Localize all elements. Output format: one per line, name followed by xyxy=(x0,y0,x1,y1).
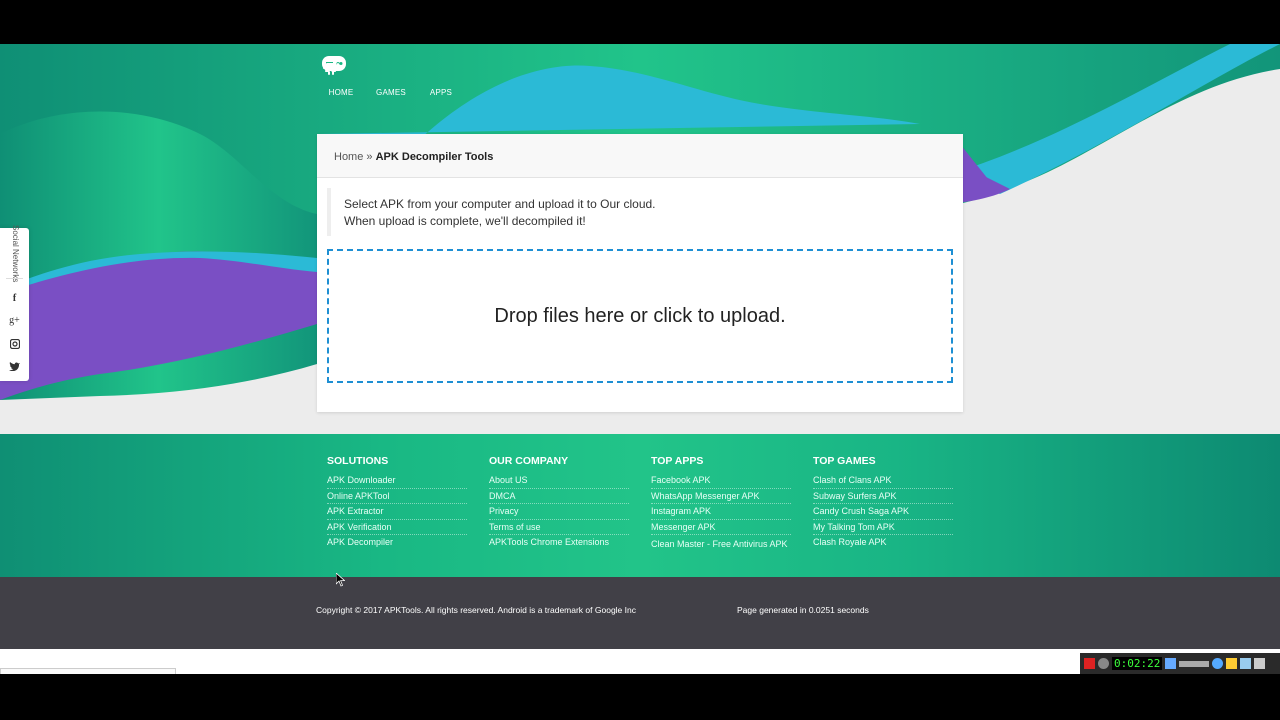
instagram-icon[interactable] xyxy=(8,337,21,350)
footer-link[interactable]: About US xyxy=(489,473,629,489)
footer-link[interactable]: Subway Surfers APK xyxy=(813,489,953,504)
folder-icon[interactable] xyxy=(1226,658,1238,669)
footer-heading: SOLUTIONS xyxy=(327,455,389,467)
tray-clock: 0:02:22 xyxy=(1112,657,1163,670)
footer-link[interactable]: Candy Crush Saga APK xyxy=(813,504,953,520)
social-title: Social Networks xyxy=(11,225,20,283)
volume-icon[interactable] xyxy=(1165,658,1177,669)
copyright-bar: Copyright © 2017 APKTools. All rights re… xyxy=(0,577,1280,649)
footer-heading: TOP APPS xyxy=(651,455,704,467)
breadcrumb-separator: » xyxy=(366,151,373,163)
system-tray: 0:02:22 xyxy=(1080,653,1280,674)
alarm-icon[interactable] xyxy=(1098,658,1109,669)
breadcrumb-home-link[interactable]: Home xyxy=(334,151,363,163)
settings-icon[interactable] xyxy=(1240,658,1252,669)
footer-column-company: OUR COMPANY About US DMCA Privacy Terms … xyxy=(489,455,629,550)
nav-apps-label: APPS xyxy=(429,88,453,97)
file-dropzone[interactable]: Drop files here or click to upload. xyxy=(327,249,953,383)
google-plus-icon[interactable]: g+ xyxy=(8,314,21,327)
footer-link[interactable]: Messenger APK xyxy=(651,520,791,535)
main-nav: HOME GAMES APPS xyxy=(322,56,460,97)
upload-instructions: Select APK from your computer and upload… xyxy=(327,188,963,236)
instruction-line-1: Select APK from your computer and upload… xyxy=(344,197,656,211)
page-generated-text: Page generated in 0.0251 seconds xyxy=(737,605,869,615)
network-icon[interactable] xyxy=(1212,658,1224,669)
dropzone-text: Drop files here or click to upload. xyxy=(494,304,786,327)
footer-link[interactable]: Online APKTool xyxy=(327,489,467,504)
footer-link[interactable]: Facebook APK xyxy=(651,473,791,489)
footer-link[interactable]: Clash of Clans APK xyxy=(813,473,953,489)
record-icon[interactable] xyxy=(1084,658,1095,669)
divider xyxy=(6,278,23,279)
nav-apps[interactable]: APPS xyxy=(323,56,460,97)
breadcrumb-current: APK Decompiler Tools xyxy=(375,151,494,163)
mouse-cursor-icon xyxy=(336,573,345,587)
instruction-line-2: When upload is complete, we'll decompile… xyxy=(344,214,586,228)
nav-games[interactable]: GAMES xyxy=(322,56,410,97)
footer-column-top-apps: TOP APPS Facebook APK WhatsApp Messenger… xyxy=(651,455,791,554)
status-tooltip xyxy=(0,668,176,674)
nav-home-label: HOME xyxy=(328,88,354,97)
footer-column-top-games: TOP GAMES Clash of Clans APK Subway Surf… xyxy=(813,455,953,550)
footer-link[interactable]: APKTools Chrome Extensions xyxy=(489,535,629,550)
social-networks-bar: Social Networks f g+ xyxy=(0,225,29,381)
footer-links: SOLUTIONS APK Downloader Online APKTool … xyxy=(0,434,1280,577)
footer-link[interactable]: My Talking Tom APK xyxy=(813,520,953,535)
footer-link[interactable]: Clash Royale APK xyxy=(813,535,953,550)
nav-games-label: GAMES xyxy=(376,88,406,97)
gamepad-icon xyxy=(322,56,402,78)
footer-link[interactable]: DMCA xyxy=(489,489,629,504)
footer-link[interactable]: APK Decompiler xyxy=(327,535,467,550)
android-icon xyxy=(323,56,452,78)
breadcrumb: Home » APK Decompiler Tools xyxy=(317,134,963,178)
footer-heading: TOP GAMES xyxy=(813,455,876,467)
footer-link[interactable]: APK Verification xyxy=(327,520,467,535)
browser-viewport: HOME GAMES APPS Social Networks f g+ Hom… xyxy=(0,44,1280,674)
facebook-icon[interactable]: f xyxy=(8,292,21,305)
footer-link[interactable]: Instagram APK xyxy=(651,504,791,520)
display-icon[interactable] xyxy=(1254,658,1266,669)
twitter-icon[interactable] xyxy=(8,360,21,373)
footer-heading: OUR COMPANY xyxy=(489,455,569,467)
signal-meter-icon xyxy=(1179,660,1210,667)
footer-link[interactable]: Terms of use xyxy=(489,520,629,535)
footer-link[interactable]: WhatsApp Messenger APK xyxy=(651,489,791,504)
copyright-text: Copyright © 2017 APKTools. All rights re… xyxy=(316,605,636,615)
footer-link[interactable]: APK Extractor xyxy=(327,504,467,520)
footer-column-solutions: SOLUTIONS APK Downloader Online APKTool … xyxy=(327,455,467,550)
footer-link[interactable]: Clean Master - Free Antivirus APK xyxy=(651,535,791,554)
footer-link[interactable]: Privacy xyxy=(489,504,629,520)
footer-link[interactable]: APK Downloader xyxy=(327,473,467,489)
decompiler-card: Home » APK Decompiler Tools Select APK f… xyxy=(317,134,963,412)
